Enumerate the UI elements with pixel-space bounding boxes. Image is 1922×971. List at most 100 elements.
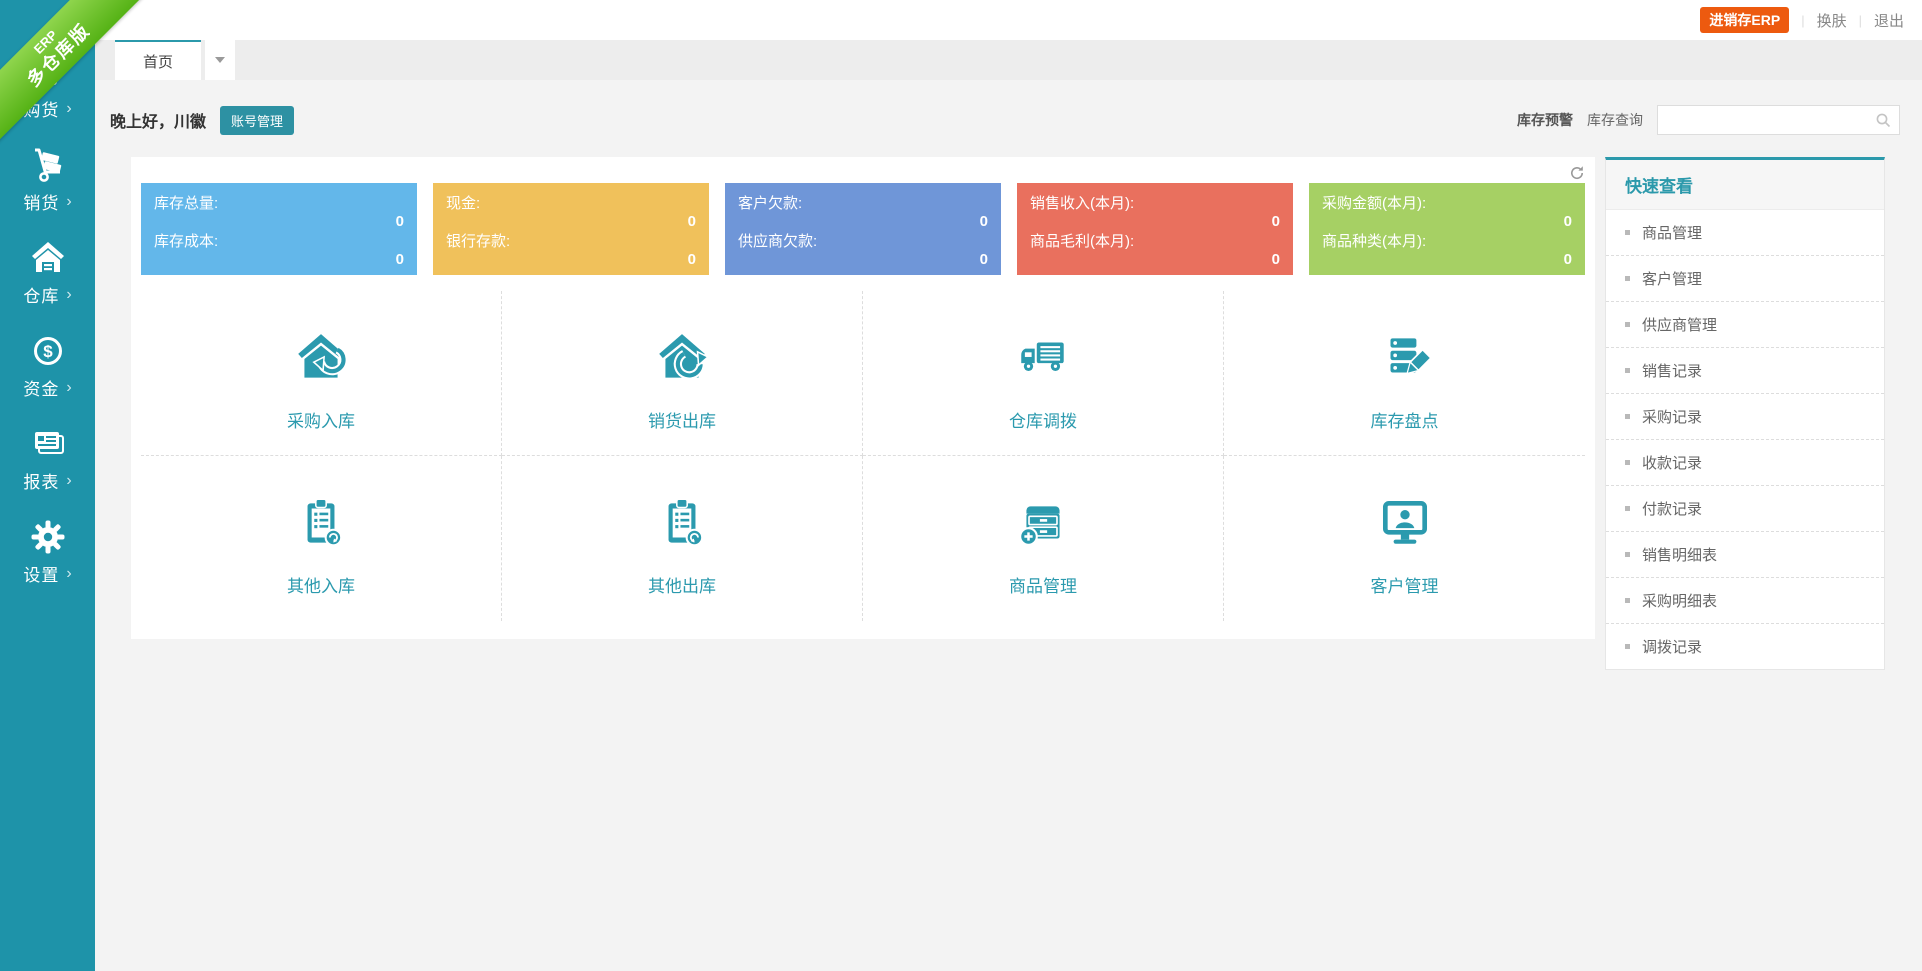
- monitor-user-icon: [1376, 494, 1434, 552]
- stat-label: 银行存款:: [446, 230, 696, 251]
- sidebar-item-reports[interactable]: 报表›: [0, 424, 95, 493]
- quick-item-label: 收款记录: [1642, 452, 1702, 473]
- shortcut-purchase-inbound[interactable]: 采购入库: [141, 291, 502, 456]
- inventory-query-link[interactable]: 库存查询: [1587, 110, 1643, 130]
- square-bullet-icon: [1625, 552, 1630, 557]
- list-pencil-icon: [1376, 329, 1434, 387]
- sidebar-item-label: 仓库: [23, 282, 59, 307]
- shortcut-sales-outbound[interactable]: 销货出库: [502, 291, 863, 456]
- quick-view-item-purchase-detail[interactable]: 采购明细表: [1606, 577, 1884, 623]
- search-icon[interactable]: [1875, 112, 1892, 134]
- quick-view-item-sales-records[interactable]: 销售记录: [1606, 347, 1884, 393]
- quick-view-item-payment-records[interactable]: 付款记录: [1606, 485, 1884, 531]
- quick-view-panel: 快速查看 商品管理 客户管理 供应商管理 销售记录 采购记录 收款记录 付款记录…: [1605, 157, 1885, 670]
- logout-link[interactable]: 退出: [1874, 10, 1904, 31]
- quick-view-item-customers[interactable]: 客户管理: [1606, 255, 1884, 301]
- sidebar-item-label: 报表: [23, 468, 59, 493]
- version-ribbon: ERP 多仓库版: [0, 0, 170, 167]
- stat-label: 商品毛利(本月):: [1030, 230, 1280, 251]
- tab-dropdown-button[interactable]: [205, 40, 235, 80]
- shortcut-inventory-check[interactable]: 库存盘点: [1224, 291, 1585, 456]
- quick-item-label: 商品管理: [1642, 222, 1702, 243]
- dashboard-panels: 库存总量: 0 库存成本: 0 现金: 0 银行存款: 0 客户欠款:: [95, 157, 1922, 670]
- stat-label: 销售收入(本月):: [1030, 192, 1280, 213]
- inventory-links: 库存预警 库存查询: [1517, 105, 1900, 135]
- truck-icon: [1014, 329, 1072, 387]
- sidebar-item-settings[interactable]: 设置 ›: [0, 517, 95, 586]
- shortcut-label: 库存盘点: [1371, 407, 1439, 432]
- tab-bar: 首页: [95, 40, 1922, 80]
- chevron-right-icon: ›: [66, 287, 71, 303]
- stat-label: 采购金额(本月):: [1322, 192, 1572, 213]
- house-arrow-in-icon: [292, 329, 350, 387]
- quick-view-item-suppliers[interactable]: 供应商管理: [1606, 301, 1884, 347]
- shortcut-other-outbound[interactable]: 其他出库: [502, 456, 863, 621]
- stat-label: 现金:: [446, 192, 696, 213]
- search-input[interactable]: [1658, 106, 1899, 134]
- square-bullet-icon: [1625, 368, 1630, 373]
- shortcut-product-management[interactable]: 商品管理: [863, 456, 1224, 621]
- chevron-right-icon: ›: [66, 566, 71, 582]
- svg-text:$: $: [43, 342, 53, 361]
- quick-view-item-receipt-records[interactable]: 收款记录: [1606, 439, 1884, 485]
- account-management-button[interactable]: 账号管理: [220, 106, 294, 135]
- corner-ribbon: ERP 多仓库版: [0, 0, 200, 200]
- stat-label: 库存成本:: [154, 230, 404, 251]
- ribbon-version-label: 多仓库版: [0, 0, 165, 162]
- sidebar-item-funds[interactable]: $ 资金›: [0, 331, 95, 400]
- square-bullet-icon: [1625, 506, 1630, 511]
- erp-dashboard: 购货› 销货› 仓库› $ 资金›: [0, 0, 1922, 971]
- shortcut-label: 仓库调拨: [1009, 407, 1077, 432]
- funds-icon: $: [28, 331, 68, 371]
- topbar: 进销存ERP | 换肤 | 退出: [95, 0, 1922, 40]
- quick-view-list: 商品管理 客户管理 供应商管理 销售记录 采购记录 收款记录 付款记录 销售明细…: [1606, 210, 1884, 669]
- divider: |: [1859, 13, 1862, 28]
- square-bullet-icon: [1625, 322, 1630, 327]
- square-bullet-icon: [1625, 230, 1630, 235]
- shortcut-customer-management[interactable]: 客户管理: [1224, 456, 1585, 621]
- quick-view-item-products[interactable]: 商品管理: [1606, 210, 1884, 255]
- report-icon: [28, 424, 68, 464]
- shortcut-warehouse-transfer[interactable]: 仓库调拨: [863, 291, 1224, 456]
- stat-value: 0: [446, 213, 696, 230]
- quick-item-label: 供应商管理: [1642, 314, 1717, 335]
- stat-value: 0: [1030, 251, 1280, 268]
- content: 晚上好，川徽 账号管理 库存预警 库存查询: [95, 80, 1922, 971]
- shortcut-grid: 采购入库 销货出库 仓库调拨: [141, 291, 1585, 621]
- square-bullet-icon: [1625, 276, 1630, 281]
- square-bullet-icon: [1625, 460, 1630, 465]
- quick-view-item-transfer-records[interactable]: 调拨记录: [1606, 623, 1884, 669]
- stat-card-receivables: 客户欠款: 0 供应商欠款: 0: [725, 183, 1001, 275]
- cabinet-plus-icon: [1014, 494, 1072, 552]
- shortcut-label: 商品管理: [1009, 572, 1077, 597]
- stat-value: 0: [1322, 213, 1572, 230]
- sidebar-item-label: 设置: [23, 561, 59, 586]
- sidebar-item-warehouse[interactable]: 仓库 ›: [0, 238, 95, 307]
- shortcut-label: 其他入库: [287, 572, 355, 597]
- inventory-warning-link[interactable]: 库存预警: [1517, 110, 1573, 130]
- change-skin-link[interactable]: 换肤: [1817, 10, 1847, 31]
- caret-down-icon: [215, 57, 225, 63]
- quick-view-item-purchase-records[interactable]: 采购记录: [1606, 393, 1884, 439]
- quick-item-label: 采购记录: [1642, 406, 1702, 427]
- quick-item-label: 销售记录: [1642, 360, 1702, 381]
- shortcut-other-inbound[interactable]: 其他入库: [141, 456, 502, 621]
- refresh-icon[interactable]: [1569, 165, 1585, 181]
- warehouse-icon: [28, 238, 68, 278]
- quick-view-title: 快速查看: [1606, 160, 1884, 210]
- product-badge: 进销存ERP: [1700, 7, 1789, 33]
- stat-card-sales-month: 销售收入(本月): 0 商品毛利(本月): 0: [1017, 183, 1293, 275]
- divider: |: [1801, 13, 1804, 28]
- square-bullet-icon: [1625, 598, 1630, 603]
- main-area: 进销存ERP | 换肤 | 退出 首页 晚上好，川徽 账号管理 库存预警 库存查…: [95, 0, 1922, 971]
- stat-cards: 库存总量: 0 库存成本: 0 现金: 0 银行存款: 0 客户欠款:: [141, 183, 1585, 275]
- stat-value: 0: [446, 251, 696, 268]
- dashboard-main-panel: 库存总量: 0 库存成本: 0 现金: 0 银行存款: 0 客户欠款:: [131, 157, 1595, 639]
- quick-view-item-sales-detail[interactable]: 销售明细表: [1606, 531, 1884, 577]
- chevron-right-icon: ›: [66, 380, 71, 396]
- clipboard-out-icon: [653, 494, 711, 552]
- shortcut-label: 销货出库: [648, 407, 716, 432]
- shortcut-label: 客户管理: [1371, 572, 1439, 597]
- quick-item-label: 销售明细表: [1642, 544, 1717, 565]
- quick-item-label: 采购明细表: [1642, 590, 1717, 611]
